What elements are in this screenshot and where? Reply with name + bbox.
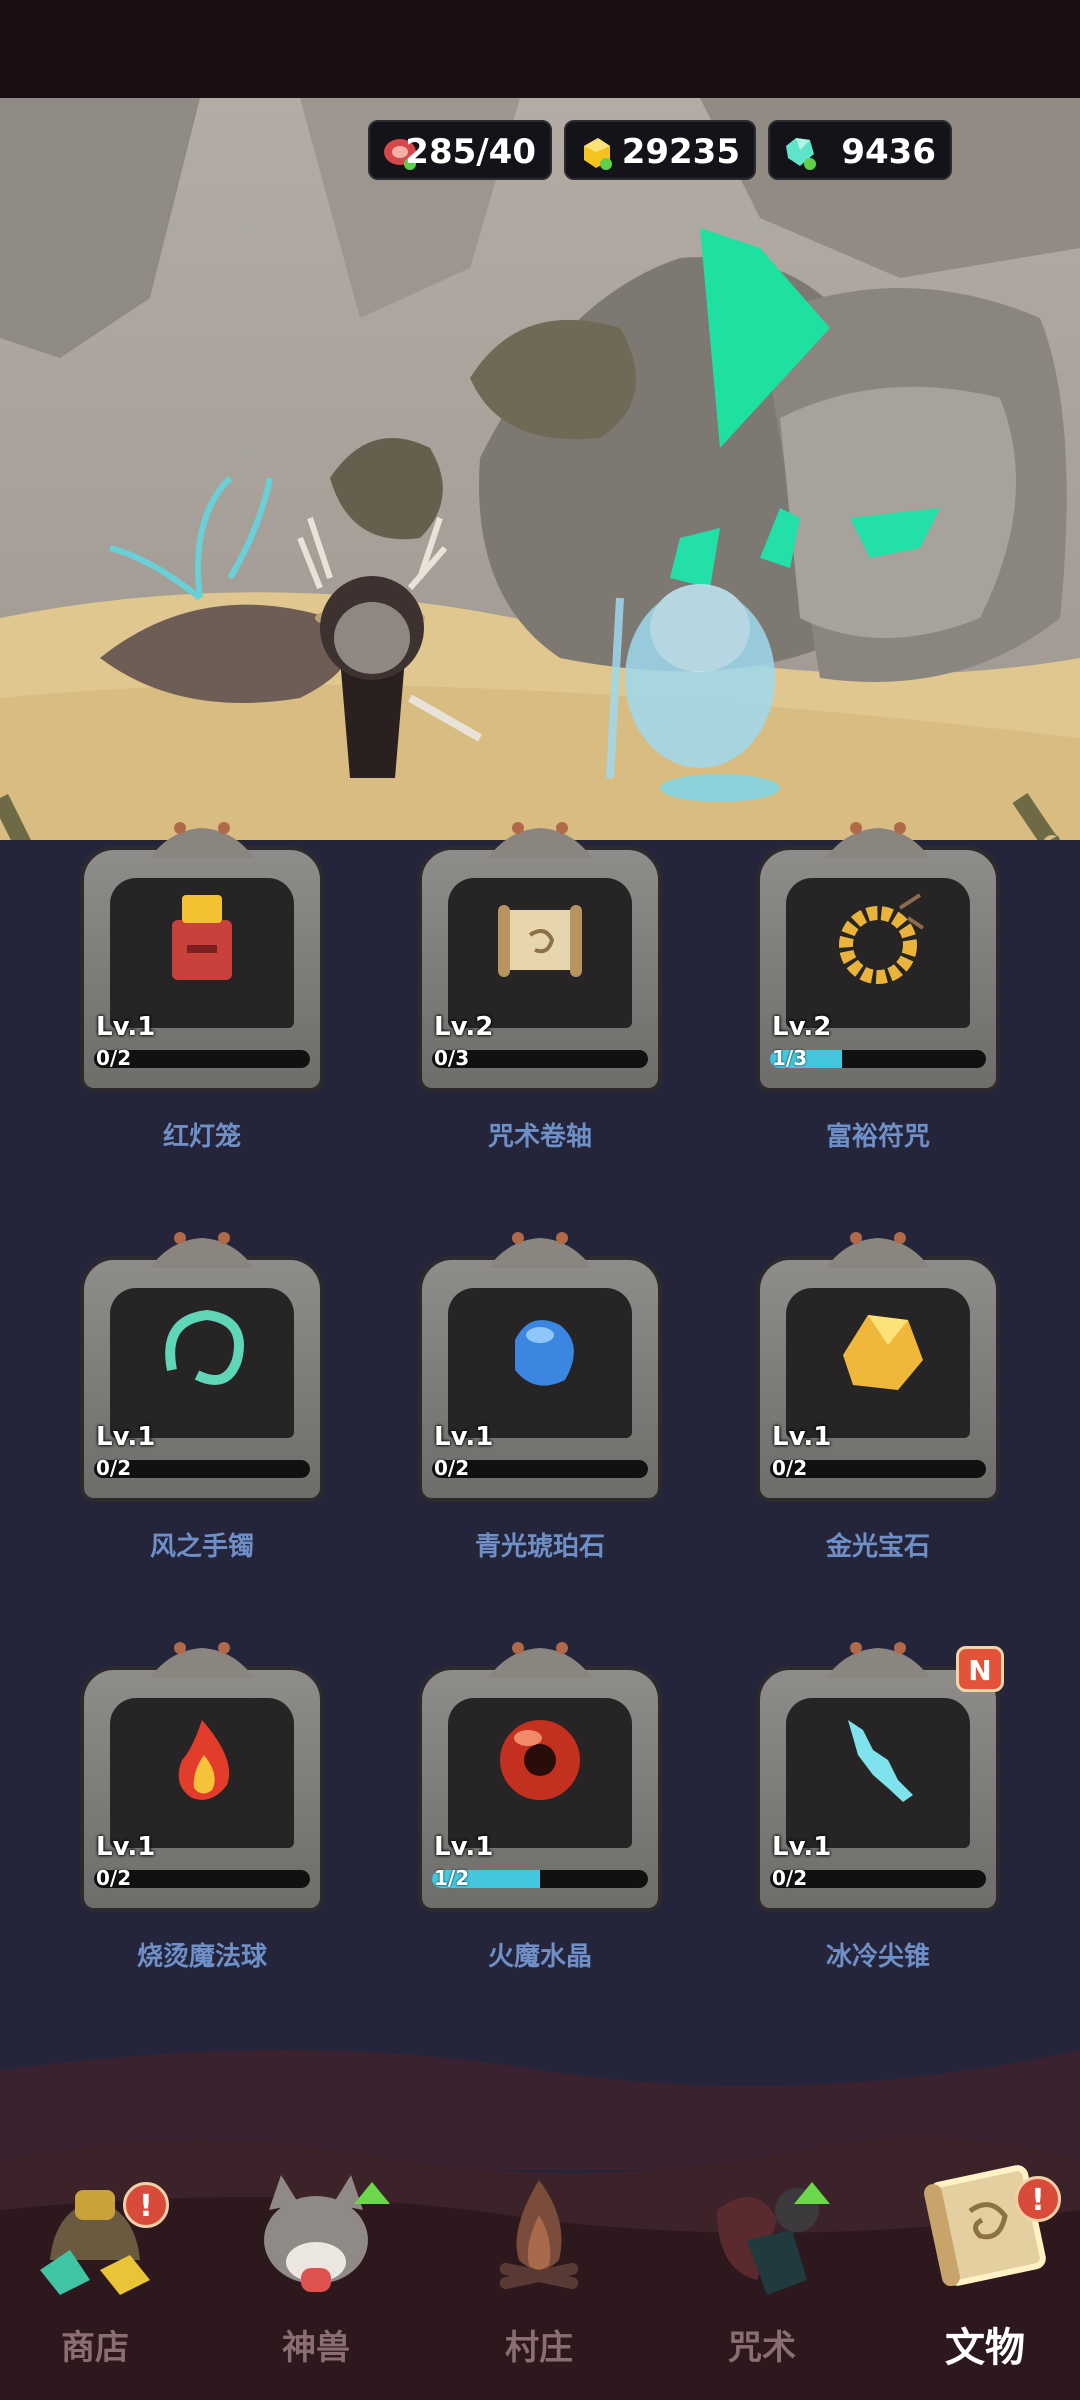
artifact-card[interactable]: Lv.2 1/3 富裕符咒 [756, 820, 1000, 1152]
red-lantern-icon [172, 895, 232, 980]
tab-relic[interactable]: ! 文物 [895, 2160, 1075, 2380]
level-prefix: Lv. [96, 1422, 138, 1452]
level-prefix: Lv. [434, 1832, 476, 1862]
relic-alert-badge: ! [1015, 2176, 1061, 2222]
level-value: 1 [813, 1422, 832, 1452]
tab-village-label: 村庄 [505, 2328, 573, 2368]
beast-upgrade-arrow [354, 2182, 390, 2204]
level-prefix: Lv. [772, 1012, 814, 1042]
gem-icon [786, 138, 816, 170]
card-crown-decoration [488, 1232, 592, 1268]
artifact-level: Lv.2 [434, 1012, 493, 1042]
blue-amber-icon [515, 1320, 574, 1386]
artifact-card[interactable]: Lv.1 0/2 青光琥珀石 [418, 1230, 662, 1562]
tab-relic-label: 文物 [945, 2325, 1025, 2371]
artifact-name: 风之手镯 [149, 1532, 254, 1562]
artifact-level: Lv.1 [772, 1832, 831, 1862]
progress-count: 0/2 [434, 1456, 470, 1480]
progress-count: 0/2 [96, 1866, 132, 1890]
card-crown-decoration [150, 1232, 254, 1268]
card-crown-decoration [826, 1642, 930, 1678]
battle-scene [0, 98, 1080, 840]
tab-shop[interactable]: ! 商店 [5, 2160, 185, 2380]
artifact-level: Lv.1 [434, 1832, 493, 1862]
level-value: 2 [475, 1012, 494, 1042]
spell-scroll-icon [498, 905, 582, 977]
gold-counter[interactable]: 29235 [564, 120, 756, 180]
shop-alert-badge: ! [123, 2182, 169, 2228]
gem-value: 9436 [841, 132, 936, 172]
level-value: 1 [475, 1832, 494, 1862]
gold-icon [584, 138, 612, 170]
artifact-card[interactable]: Lv.1 0/2 红灯笼 [80, 820, 324, 1152]
level-value: 1 [137, 1832, 156, 1862]
artifact-level: Lv.2 [772, 1012, 831, 1042]
tab-beast-label: 神兽 [282, 2328, 350, 2368]
level-value: 2 [813, 1012, 832, 1042]
tab-village[interactable]: 村庄 [449, 2160, 629, 2380]
artifact-level: Lv.1 [772, 1422, 831, 1452]
progress-count: 0/3 [434, 1046, 470, 1070]
tab-spell-label: 咒术 [728, 2328, 796, 2368]
level-prefix: Lv. [772, 1422, 814, 1452]
progress-count: 0/2 [772, 1866, 808, 1890]
level-value: 1 [813, 1832, 832, 1862]
card-crown-decoration [150, 1642, 254, 1678]
artifact-name: 冰冷尖锥 [825, 1942, 930, 1972]
progress-count: 0/2 [772, 1456, 808, 1480]
artifact-level: Lv.1 [434, 1422, 493, 1452]
card-crown-decoration [488, 822, 592, 858]
level-prefix: Lv. [96, 1012, 138, 1042]
artifact-card[interactable]: Lv.1 0/2 金光宝石 [756, 1230, 1000, 1562]
artifact-card[interactable]: Lv.1 1/2 火魔水晶 [418, 1640, 662, 1972]
artifact-name: 红灯笼 [162, 1122, 241, 1152]
spell-upgrade-arrow [794, 2182, 830, 2204]
artifact-level: Lv.1 [96, 1832, 155, 1862]
level-prefix: Lv. [434, 1012, 476, 1042]
wind-bracelet-icon [165, 1309, 244, 1385]
level-prefix: Lv. [434, 1422, 476, 1452]
fireball-icon [178, 1720, 230, 1800]
ice-spike-icon [848, 1720, 913, 1802]
artifact-name: 火魔水晶 [487, 1942, 592, 1972]
artifact-level: Lv.1 [96, 1012, 155, 1042]
artifact-name: 青光琥珀石 [474, 1532, 605, 1562]
gem-counter[interactable]: 9436 [768, 120, 952, 180]
gold-gem-icon [843, 1315, 923, 1390]
tab-shop-label: 商店 [61, 2328, 129, 2368]
new-badge: N [956, 1646, 1004, 1692]
level-value: 1 [137, 1422, 156, 1452]
artifact-name: 烧烫魔法球 [136, 1942, 267, 1972]
artifact-level: Lv.1 [96, 1422, 155, 1452]
card-crown-decoration [150, 822, 254, 858]
card-crown-decoration [826, 1232, 930, 1268]
artifact-name: 咒术卷轴 [487, 1122, 592, 1152]
artifact-card[interactable]: Lv.1 0/2 冰冷尖锥 N [756, 1640, 1004, 1972]
progress-count: 0/2 [96, 1456, 132, 1480]
progress-count: 1/3 [772, 1046, 808, 1070]
meat-value: 285/40 [405, 132, 536, 172]
artifact-name: 富裕符咒 [825, 1122, 930, 1152]
level-prefix: Lv. [96, 1832, 138, 1862]
fire-crystal-icon [500, 1720, 580, 1800]
scene-illustration [0, 98, 1080, 840]
level-value: 1 [137, 1012, 156, 1042]
wealth-charm-icon [839, 893, 925, 984]
artifact-name: 金光宝石 [825, 1532, 930, 1562]
card-crown-decoration [826, 822, 930, 858]
status-bar [0, 0, 1080, 98]
tab-beast[interactable]: 神兽 [226, 2160, 406, 2380]
meat-counter[interactable]: 285/40 [368, 120, 552, 180]
tab-spell[interactable]: 咒术 [672, 2160, 852, 2380]
artifact-card[interactable]: Lv.2 0/3 咒术卷轴 [418, 820, 662, 1152]
artifact-card[interactable]: Lv.1 0/2 烧烫魔法球 [80, 1640, 324, 1972]
artifact-card[interactable]: Lv.1 0/2 风之手镯 [80, 1230, 324, 1562]
card-crown-decoration [488, 1642, 592, 1678]
level-value: 1 [475, 1422, 494, 1452]
level-prefix: Lv. [772, 1832, 814, 1862]
campfire-icon [499, 2180, 579, 2290]
gold-value: 29235 [621, 132, 740, 172]
progress-count: 0/2 [96, 1046, 132, 1070]
progress-count: 1/2 [434, 1866, 470, 1890]
